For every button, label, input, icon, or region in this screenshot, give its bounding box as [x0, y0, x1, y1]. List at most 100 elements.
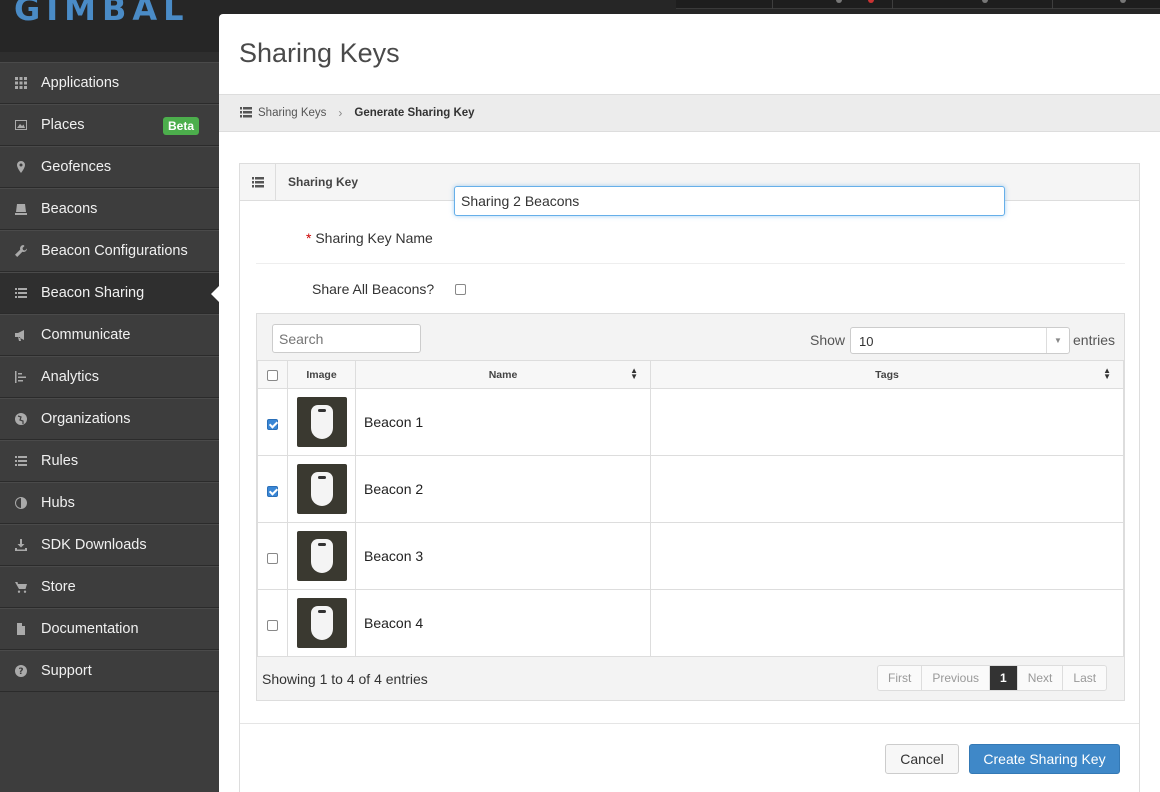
table-row[interactable]: Beacon 1: [257, 388, 1124, 456]
beacon-image: [296, 598, 347, 648]
sidebar-item-places[interactable]: Places Beta: [0, 104, 219, 146]
sidebar-item-analytics[interactable]: Analytics: [0, 356, 219, 398]
share-all-checkbox[interactable]: [455, 284, 466, 295]
sidebar-item-beacon-sharing[interactable]: Beacon Sharing: [0, 272, 219, 314]
tags-cell: [650, 522, 1124, 590]
megaphone-icon: [14, 328, 28, 342]
sidebar-item-applications[interactable]: Applications: [0, 62, 219, 104]
row-select-cell: [257, 589, 288, 657]
sidebar-item-label: Rules: [41, 453, 79, 469]
column-header-label: Tags: [875, 368, 899, 381]
tags-cell: [650, 388, 1124, 456]
name-cell: Beacon 2: [355, 455, 651, 523]
logo-text: GIMBAL: [14, 0, 190, 28]
pagination-next[interactable]: Next: [1018, 666, 1064, 690]
beacons-table: Image Name ▲ ▼ Tags ▲ ▼ Beacon 1 Beacon …: [257, 360, 1124, 657]
sidebar-item-support[interactable]: ? Support: [0, 650, 219, 692]
document-icon: [14, 622, 28, 636]
beacon-icon: [14, 202, 28, 216]
row-select-cell: [257, 455, 288, 523]
row-select-cell: [257, 522, 288, 590]
page-size-value: 10: [859, 334, 874, 349]
gimbal-logo[interactable]: GIMBALTM: [14, 0, 197, 28]
sharing-key-name-input[interactable]: [454, 186, 1005, 216]
notification-icon[interactable]: [868, 0, 874, 3]
sidebar-item-rules[interactable]: Rules: [0, 440, 219, 482]
sidebar-item-beacon-configurations[interactable]: Beacon Configurations: [0, 230, 219, 272]
sharing-key-name-label: * Sharing Key Name: [306, 230, 433, 246]
sidebar-item-hubs[interactable]: Hubs: [0, 482, 219, 524]
row-checkbox[interactable]: [267, 419, 278, 430]
footer-divider: [240, 723, 1139, 724]
page-size-select[interactable]: 10 ▼: [850, 327, 1070, 354]
entries-label: entries: [1073, 332, 1116, 348]
sidebar-item-geofences[interactable]: Geofences: [0, 146, 219, 188]
map-pin-icon: [14, 160, 28, 174]
sidebar-item-label: Places: [41, 117, 85, 133]
table-row[interactable]: Beacon 3: [257, 522, 1124, 590]
sort-icon[interactable]: ▲ ▼: [630, 367, 638, 381]
grid-icon: [14, 76, 28, 90]
pagination: First Previous 1 Next Last: [877, 665, 1108, 691]
sidebar-item-label: Applications: [41, 75, 120, 91]
row-checkbox[interactable]: [267, 620, 278, 631]
table-row[interactable]: Beacon 4: [257, 589, 1124, 657]
sidebar-item-beacons[interactable]: Beacons: [0, 188, 219, 230]
analytics-icon: [14, 370, 28, 384]
sidebar-item-label: Store: [41, 579, 76, 595]
image-cell: [287, 522, 356, 590]
sidebar-item-label: Hubs: [41, 495, 75, 511]
name-cell: Beacon 3: [355, 522, 651, 590]
row-checkbox[interactable]: [267, 553, 278, 564]
sidebar-item-documentation[interactable]: Documentation: [0, 608, 219, 650]
row-checkbox[interactable]: [267, 486, 278, 497]
wrench-icon: [14, 244, 28, 258]
page-title: Sharing Keys: [239, 38, 400, 68]
pagination-first[interactable]: First: [878, 666, 923, 690]
top-nav-icon[interactable]: [1120, 0, 1126, 3]
sidebar-item-store[interactable]: Store: [0, 566, 219, 608]
sort-icon[interactable]: ▲ ▼: [1103, 367, 1111, 381]
pagination-last[interactable]: Last: [1063, 666, 1106, 690]
beacon-image: [296, 531, 347, 581]
beacons-table-wrapper: Show 10 ▼ entries Image Name ▲▼: [256, 313, 1125, 701]
top-nav-icon[interactable]: [836, 0, 842, 3]
list-icon: [240, 106, 258, 120]
svg-text:?: ?: [18, 667, 23, 677]
beacon-slot: [317, 476, 326, 479]
column-header-name[interactable]: Name ▲ ▼: [355, 360, 651, 389]
pagination-page-1[interactable]: 1: [990, 666, 1018, 690]
image-icon: [14, 118, 28, 132]
column-header-image: Image: [287, 360, 356, 389]
sidebar-item-organizations[interactable]: Organizations: [0, 398, 219, 440]
image-cell: [287, 589, 356, 657]
cancel-button[interactable]: Cancel: [885, 744, 959, 774]
column-header-tags[interactable]: Tags ▲ ▼: [650, 360, 1124, 389]
top-nav-divider: [772, 0, 773, 9]
label-text: Sharing Key Name: [315, 230, 433, 246]
sidebar-item-label: Beacons: [41, 201, 98, 217]
pagination-previous[interactable]: Previous: [922, 666, 991, 690]
select-all-checkbox[interactable]: [267, 370, 278, 381]
sidebar-item-label: Organizations: [41, 411, 131, 427]
sidebar-item-label: Communicate: [41, 327, 131, 343]
top-nav-icon[interactable]: [982, 0, 988, 3]
sidebar-item-sdk-downloads[interactable]: SDK Downloads: [0, 524, 219, 566]
beacon-slot: [317, 610, 326, 613]
beacon-shell: [310, 405, 333, 439]
sidebar-item-communicate[interactable]: Communicate: [0, 314, 219, 356]
search-input[interactable]: [272, 324, 421, 353]
name-cell: Beacon 4: [355, 589, 651, 657]
breadcrumb: Sharing Keys › Generate Sharing Key: [219, 94, 1160, 132]
sidebar-item-label: Support: [41, 663, 92, 679]
breadcrumb-root-link[interactable]: Sharing Keys: [258, 107, 326, 119]
name-cell: Beacon 1: [355, 388, 651, 456]
beacon-shell: [310, 472, 333, 506]
sidebar-item-label: Documentation: [41, 621, 139, 637]
select-all-header: [257, 360, 288, 389]
sidebar-item-label: SDK Downloads: [41, 537, 147, 553]
table-row[interactable]: Beacon 2: [257, 455, 1124, 523]
beacon-image: [296, 397, 347, 447]
beacon-slot: [317, 543, 326, 546]
create-sharing-key-button[interactable]: Create Sharing Key: [969, 744, 1120, 774]
